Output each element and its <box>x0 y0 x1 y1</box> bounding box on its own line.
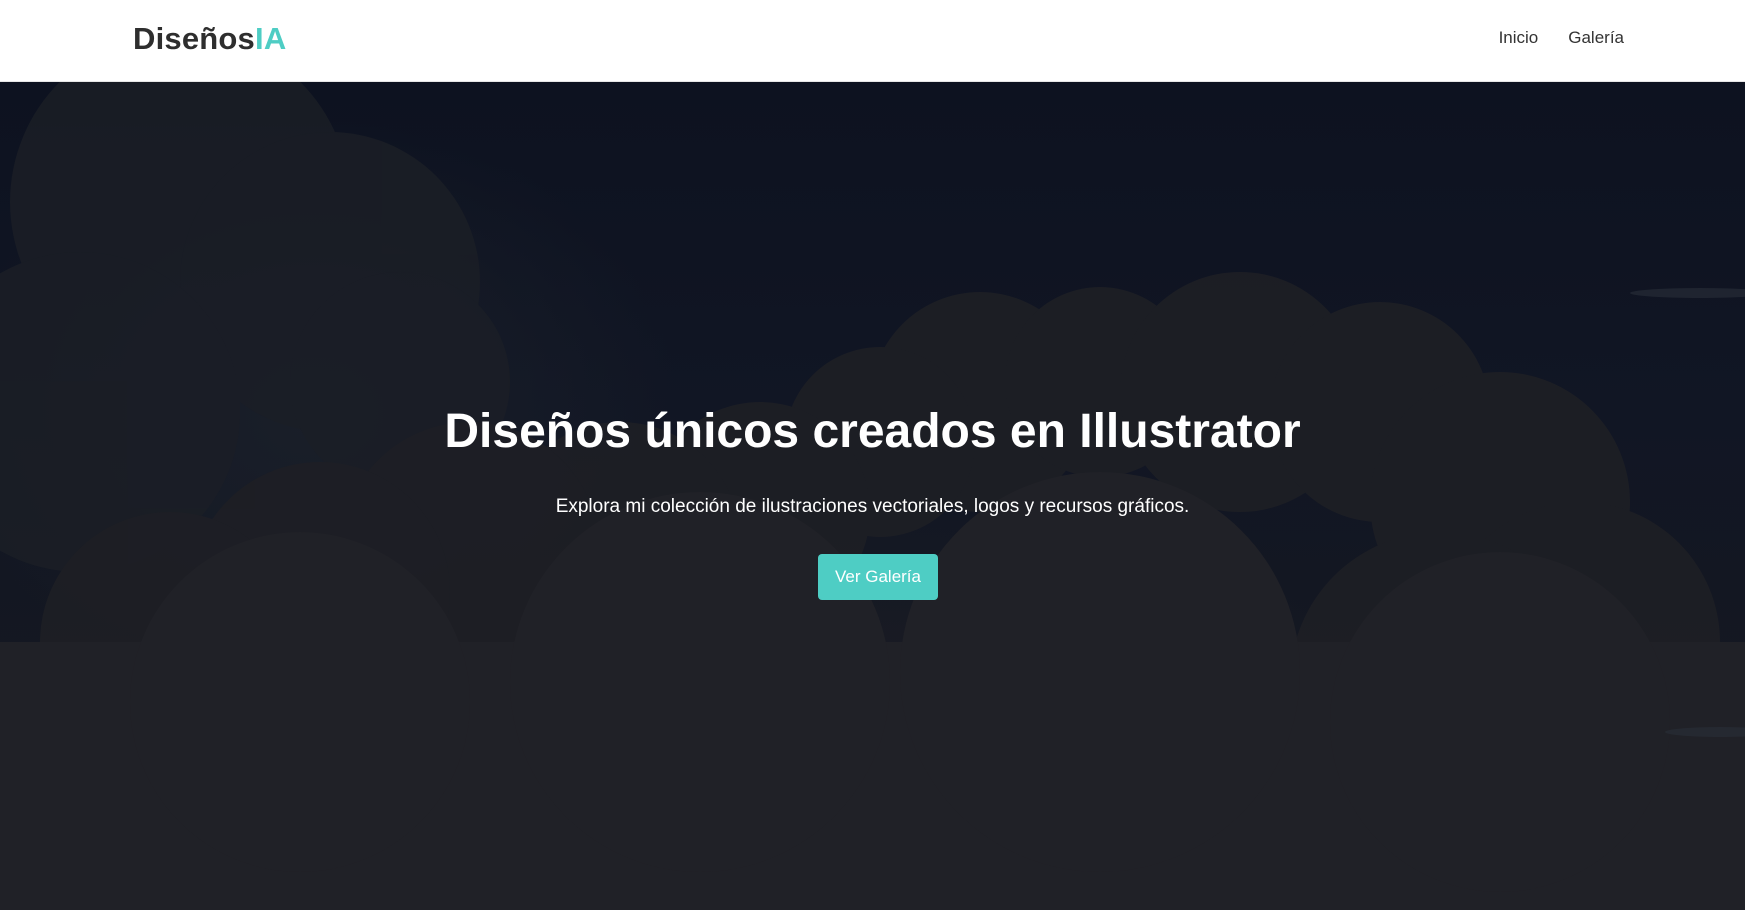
nav-link-inicio[interactable]: Inicio <box>1499 27 1539 49</box>
page: DiseñosIA Inicio Galería Diseños únicos … <box>0 0 1745 910</box>
site-logo[interactable]: DiseñosIA <box>133 20 286 58</box>
hero-title: Diseños únicos creados en Illustrator <box>444 405 1301 458</box>
logo-main-text: Diseños <box>133 21 255 56</box>
nav-link-galeria[interactable]: Galería <box>1568 27 1624 49</box>
view-gallery-button[interactable]: Ver Galería <box>818 554 938 600</box>
site-header: DiseñosIA Inicio Galería <box>0 0 1745 82</box>
main-nav: Inicio Galería <box>1499 27 1624 49</box>
hero-subtitle: Explora mi colección de ilustraciones ve… <box>555 496 1190 517</box>
hero-section: Diseños únicos creados en Illustrator Ex… <box>0 82 1745 910</box>
logo-accent-text: IA <box>255 21 287 56</box>
